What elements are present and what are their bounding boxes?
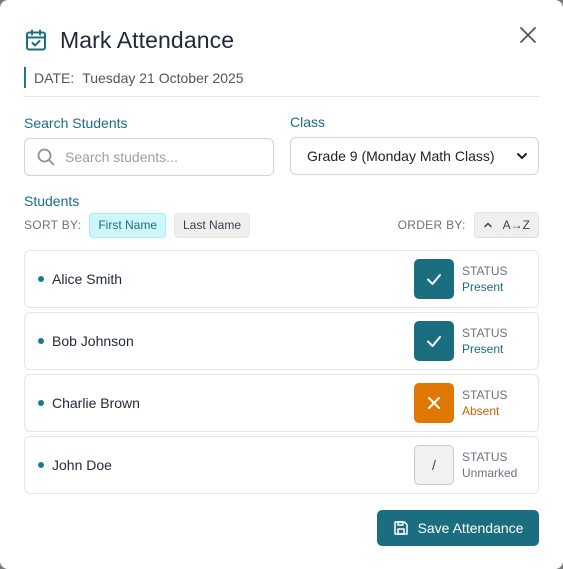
status-toggle-button[interactable]: /	[414, 445, 454, 485]
save-icon	[393, 521, 408, 535]
list-item: Bob Johnson STATUS Present	[24, 312, 539, 370]
date-label: DATE:	[34, 69, 75, 86]
status-value: Present	[462, 280, 504, 294]
sort-first-name-button[interactable]: First Name	[89, 212, 166, 238]
order-value: A→Z	[502, 218, 530, 232]
list-item: Alice Smith STATUS Present	[24, 250, 539, 308]
student-name: Charlie Brown	[52, 395, 140, 411]
order-by-label: ORDER BY:	[397, 218, 466, 232]
bullet-dot	[38, 462, 44, 468]
status-value: Absent	[462, 404, 500, 418]
student-name: Bob Johnson	[52, 333, 134, 349]
student-name: John Doe	[52, 457, 112, 473]
attendance-modal: Mark Attendance DATE: Tuesday 21 October…	[0, 0, 563, 569]
chevron-up-icon	[483, 222, 492, 228]
date-display: DATE: Tuesday 21 October 2025	[24, 67, 244, 88]
student-name: Alice Smith	[52, 271, 123, 287]
header-divider	[24, 96, 539, 97]
status-info: STATUS Absent	[462, 387, 508, 419]
list-item: John Doe / STATUS Unmarked	[24, 436, 539, 494]
status-toggle-button[interactable]	[414, 259, 454, 299]
status-caption: STATUS	[462, 388, 508, 402]
status-value: Present	[462, 342, 504, 356]
save-attendance-button[interactable]: Save Attendance	[377, 510, 539, 546]
search-field[interactable]	[24, 138, 274, 176]
x-icon	[428, 397, 440, 409]
status-value: Unmarked	[462, 466, 518, 480]
save-button-label: Save Attendance	[417, 520, 524, 536]
order-toggle-button[interactable]: A→Z	[473, 212, 539, 238]
sort-controls: SORT BY: First Name Last Name ORDER BY: …	[24, 212, 539, 238]
status-toggle-button[interactable]	[414, 321, 454, 361]
date-value: Tuesday 21 October 2025	[82, 69, 244, 86]
status-toggle-button[interactable]	[414, 383, 454, 423]
status-caption: STATUS	[462, 450, 508, 464]
search-icon	[37, 148, 55, 166]
class-select[interactable]: Grade 9 (Monday Math Class)	[290, 137, 539, 175]
class-select-value: Grade 9 (Monday Math Class)	[307, 148, 495, 164]
sort-last-name-button[interactable]: Last Name	[174, 212, 251, 238]
bullet-dot	[38, 400, 44, 406]
status-info: STATUS Unmarked	[462, 449, 517, 481]
bullet-dot	[38, 338, 44, 344]
check-icon	[427, 336, 441, 347]
status-info: STATUS Present	[462, 263, 508, 295]
order-controls: ORDER BY: A→Z	[398, 212, 539, 238]
student-list: Alice Smith STATUS Present Bob Johnson S…	[24, 250, 539, 498]
unmarked-symbol: /	[432, 457, 436, 473]
modal-header: Mark Attendance	[24, 24, 539, 56]
page-title: Mark Attendance	[60, 26, 235, 53]
class-label: Class	[290, 114, 326, 130]
sort-by-label: SORT BY:	[24, 218, 82, 232]
students-label: Students	[24, 193, 80, 209]
status-caption: STATUS	[462, 326, 508, 340]
search-input[interactable]	[65, 149, 273, 165]
bullet-dot	[38, 276, 44, 282]
list-item: Charlie Brown STATUS Absent	[24, 374, 539, 432]
search-label: Search Students	[24, 115, 128, 131]
chevron-down-icon	[517, 153, 527, 159]
status-info: STATUS Present	[462, 325, 508, 357]
status-caption: STATUS	[462, 264, 508, 278]
check-icon	[427, 274, 441, 285]
close-icon[interactable]	[519, 26, 537, 44]
calendar-check-icon	[26, 29, 46, 51]
